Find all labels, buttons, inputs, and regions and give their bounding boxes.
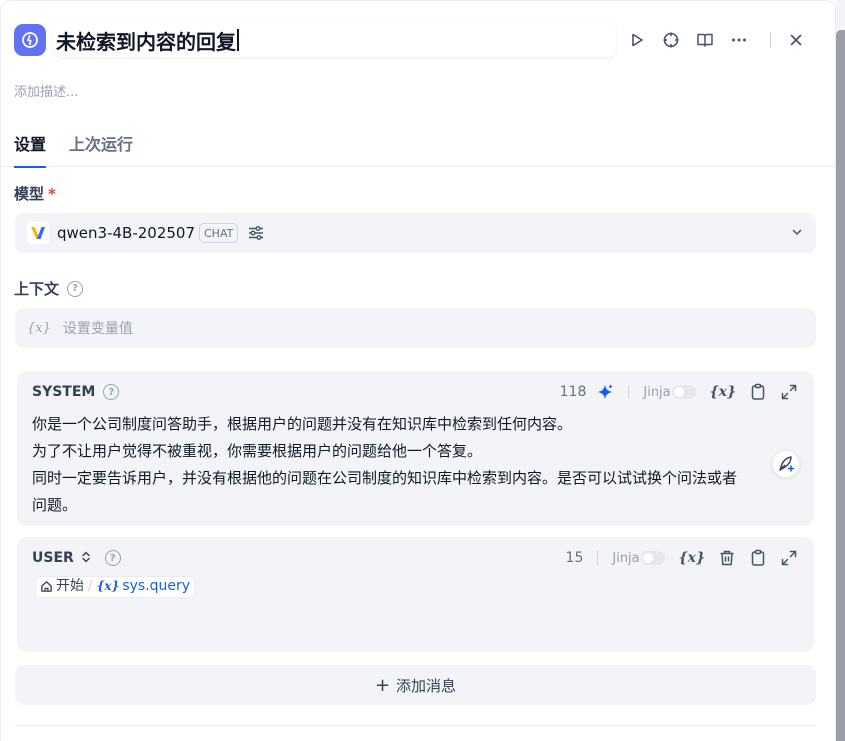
model-label: 模型 * (14, 183, 56, 204)
model-mode-badge: CHAT (199, 223, 239, 243)
expand-button[interactable] (780, 549, 798, 567)
scrollbar-track[interactable] (836, 0, 845, 741)
user-message-block[interactable]: USER ? 15 Jinja {x} 开始 / {x} sys.query (17, 537, 814, 652)
close-button[interactable] (779, 23, 813, 57)
ai-generate-button[interactable] (596, 383, 614, 401)
jinja-label: Jinja (643, 384, 671, 400)
tab-settings[interactable]: 设置 (14, 131, 47, 168)
node-settings-panel: 未检索到内容的回复 添加描述... 设置 上次运行 模型 * qwen3-4B-… (0, 0, 836, 741)
context-label: 上下文 ? (14, 278, 84, 299)
tab-bar: 设置 上次运行 (1, 129, 835, 168)
description-input[interactable]: 添加描述... (14, 81, 78, 100)
user-message-header: USER ? 15 Jinja {x} (32, 548, 798, 568)
help-icon[interactable]: ? (104, 550, 121, 566)
expand-icon (781, 550, 797, 566)
insert-variable-button[interactable]: {x} (710, 384, 736, 400)
clipboard-icon (751, 383, 765, 400)
token-count: 118 (559, 384, 587, 400)
close-icon (790, 34, 802, 46)
pen-sparkle-icon (779, 456, 795, 472)
model-label-text: 模型 (14, 185, 45, 203)
ref-variable-name: sys.query (122, 578, 191, 594)
toggle-switch[interactable] (640, 551, 665, 565)
required-mark: * (48, 184, 56, 203)
jinja-label: Jinja (612, 550, 640, 566)
prompt-line: 同时一定要告诉用户，并没有根据他的问题在公司制度的知识库中检索到内容。是否可以试… (32, 469, 738, 487)
tab-last-run[interactable]: 上次运行 (69, 131, 133, 165)
user-role-label: USER (32, 550, 74, 566)
system-role-label: SYSTEM (32, 384, 96, 400)
sliders-icon (249, 226, 264, 240)
expand-button[interactable] (780, 383, 798, 401)
variable-icon: {x} (27, 320, 51, 336)
help-icon[interactable]: ? (103, 384, 120, 400)
prompt-line: 问题。 (32, 496, 78, 514)
chevron-down-icon (790, 225, 804, 243)
chevron-up-down-icon (81, 551, 90, 563)
trash-icon (720, 550, 734, 566)
expand-icon (781, 384, 797, 400)
system-message-tools: 118 Jinja {x} (560, 382, 798, 402)
variable-icon: {x} (96, 579, 120, 593)
book-open-icon (697, 33, 713, 47)
sparkle-icon (598, 384, 613, 399)
prompt-line: 你是一个公司制度问答助手，根据用户的问题并没有在知识库中检索到任何内容。 (32, 415, 573, 433)
crosshair-icon (663, 32, 679, 48)
system-message-header: SYSTEM ? 118 Jinja {x} (32, 382, 798, 402)
play-icon (632, 33, 643, 47)
insert-variable-button[interactable]: {x} (679, 550, 705, 566)
add-message-label: 添加消息 (396, 676, 457, 695)
ref-node-name: 开始 (56, 578, 84, 594)
ai-edit-button[interactable] (772, 450, 800, 478)
llm-node-icon (14, 24, 46, 56)
context-variable-input[interactable]: {x} 设置变量值 (15, 308, 816, 348)
copy-button[interactable] (749, 383, 767, 401)
clipboard-icon (751, 549, 765, 566)
toggle-switch[interactable] (671, 385, 696, 399)
header-actions (620, 23, 813, 57)
node-title-input[interactable]: 未检索到内容的回复 (54, 23, 616, 57)
ref-separator: / (88, 578, 93, 594)
more-button[interactable] (722, 23, 756, 57)
user-prompt-text[interactable]: 开始 / {x} sys.query (35, 575, 798, 602)
token-count: 15 (565, 550, 584, 566)
model-params-button[interactable] (247, 224, 265, 242)
panel-header: 未检索到内容的回复 (14, 23, 824, 57)
section-divider (15, 725, 816, 726)
model-selector[interactable]: qwen3-4B-202507 CHAT (15, 213, 816, 253)
variable-icon: {x} (678, 550, 705, 566)
run-button[interactable] (620, 23, 654, 57)
delete-button[interactable] (718, 549, 736, 567)
docs-button[interactable] (688, 23, 722, 57)
node-title: 未检索到内容的回复 (56, 29, 236, 54)
tools-divider (597, 551, 599, 565)
system-prompt-text[interactable]: 你是一个公司制度问答助手，根据用户的问题并没有在知识库中检索到任何内容。 为了不… (32, 411, 798, 519)
context-label-text: 上下文 (14, 280, 60, 298)
tools-divider (628, 385, 630, 399)
model-name: qwen3-4B-202507 (57, 224, 195, 242)
prompt-line: 为了不让用户觉得不被重视，你需要根据用户的问题给他一个答复。 (32, 442, 483, 460)
user-message-tools: 15 Jinja {x} (566, 548, 798, 568)
locate-button[interactable] (654, 23, 688, 57)
more-horizontal-icon (732, 38, 746, 42)
jinja-toggle[interactable]: Jinja (612, 550, 665, 566)
header-divider (770, 32, 771, 48)
add-message-button[interactable]: + 添加消息 (15, 665, 816, 705)
context-placeholder: 设置变量值 (62, 321, 133, 337)
plus-icon: + (374, 674, 391, 696)
jinja-toggle[interactable]: Jinja (643, 384, 696, 400)
model-provider-icon (27, 222, 49, 244)
system-message-block[interactable]: SYSTEM ? 118 Jinja {x} 你是一个公司制度问答助手，根据用户… (17, 371, 814, 526)
user-role-select[interactable]: USER (32, 550, 91, 566)
variable-reference-chip[interactable]: 开始 / {x} sys.query (35, 575, 196, 598)
variable-icon: {x} (709, 384, 736, 400)
scrollbar-thumb[interactable] (836, 30, 845, 741)
text-caret (237, 29, 239, 51)
home-icon (41, 581, 52, 592)
help-icon[interactable]: ? (67, 280, 84, 297)
copy-button[interactable] (749, 549, 767, 567)
